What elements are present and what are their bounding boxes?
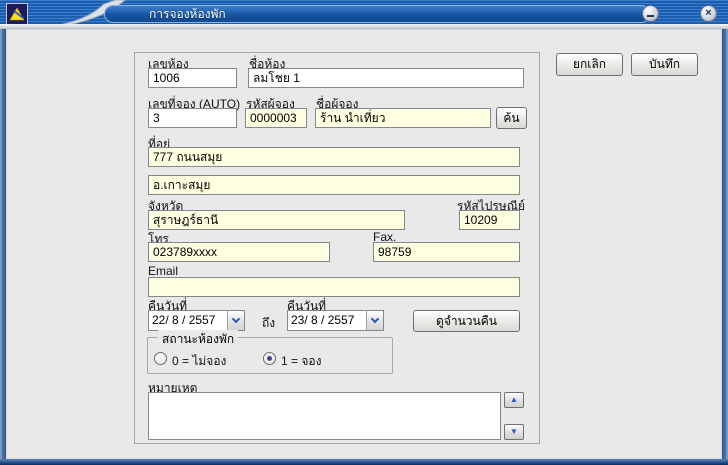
arrow-up-icon: ▲ bbox=[510, 395, 518, 404]
night-to-dropdown-button[interactable] bbox=[366, 311, 383, 330]
view-nights-button[interactable]: ดูจำนวนคืน bbox=[413, 310, 520, 332]
notes-scroll-down-button[interactable]: ▼ bbox=[504, 424, 524, 440]
room-status-legend: สถานะห้องพัก bbox=[158, 330, 239, 349]
night-from-value: 22/ 8 / 2557 bbox=[152, 313, 216, 327]
close-button[interactable]: × bbox=[700, 5, 717, 22]
arrow-down-icon: ▼ bbox=[510, 427, 518, 436]
radio-not-booked[interactable] bbox=[154, 352, 167, 365]
postal-code-input[interactable] bbox=[459, 210, 520, 230]
chevron-down-icon bbox=[370, 314, 380, 324]
night-to-value: 23/ 8 / 2557 bbox=[291, 313, 355, 327]
notes-textarea[interactable] bbox=[148, 392, 501, 440]
address-line1-input[interactable] bbox=[148, 147, 520, 167]
radio-not-booked-label: 0 = ไม่จอง bbox=[172, 354, 227, 368]
window-title: การจองห้องพัก bbox=[149, 6, 226, 21]
address-line2-input[interactable] bbox=[148, 175, 520, 195]
room-no-input[interactable] bbox=[148, 68, 237, 88]
booker-code-input[interactable] bbox=[245, 108, 307, 128]
booking-no-input[interactable] bbox=[148, 108, 237, 128]
window-frame-right bbox=[722, 29, 728, 459]
province-input[interactable] bbox=[148, 210, 405, 230]
save-button[interactable]: บันทึก bbox=[631, 53, 698, 76]
close-icon: × bbox=[705, 7, 712, 19]
booker-name-input[interactable] bbox=[315, 108, 491, 128]
night-from-dropdown-button[interactable] bbox=[227, 311, 244, 330]
phone-input[interactable] bbox=[148, 242, 330, 262]
notes-scroll-up-button[interactable]: ▲ bbox=[504, 392, 524, 408]
minimize-button[interactable] bbox=[642, 5, 659, 22]
radio-booked-label: 1 = จอง bbox=[281, 354, 322, 368]
cancel-button[interactable]: ยกเลิก bbox=[556, 53, 623, 76]
fax-input[interactable] bbox=[373, 242, 520, 262]
night-from-dropdown[interactable]: 22/ 8 / 2557 bbox=[148, 310, 245, 331]
room-booking-window: การจองห้องพัก × ยกเลิก บันทึก เลขห้อง ชื… bbox=[0, 0, 728, 465]
search-booker-button[interactable]: ค้น bbox=[496, 107, 527, 129]
titlebar[interactable]: การจองห้องพัก × bbox=[0, 0, 728, 29]
window-frame-bottom bbox=[0, 459, 728, 465]
email-label: Email bbox=[148, 264, 179, 278]
app-logo-icon bbox=[6, 3, 28, 25]
date-range-to-text: ถึง bbox=[262, 316, 276, 330]
night-to-dropdown[interactable]: 23/ 8 / 2557 bbox=[287, 310, 384, 331]
minimize-icon bbox=[647, 15, 654, 17]
title-pill: การจองห้องพัก bbox=[104, 5, 650, 23]
room-name-input[interactable] bbox=[248, 68, 524, 88]
radio-booked[interactable] bbox=[263, 352, 276, 365]
email-input[interactable] bbox=[148, 277, 520, 297]
chevron-down-icon bbox=[231, 314, 241, 324]
